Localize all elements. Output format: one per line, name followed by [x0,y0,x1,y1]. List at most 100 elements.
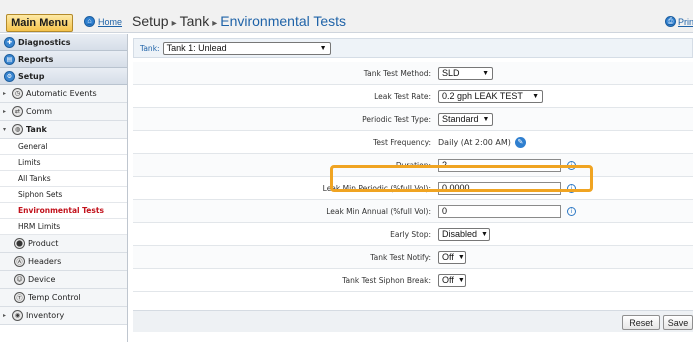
sidebar-item-label: Temp Control [28,293,81,302]
test-frequency-value: Daily (At 2:00 AM) [438,137,511,147]
chevron-down-icon: ▼ [482,69,489,77]
form-row-periodic-test-type: Periodic Test Type: Standard ▼ [133,108,693,131]
automatic-events-icon: ◷ [12,88,23,99]
field-label: Tank Test Notify: [370,252,431,262]
tank-test-method-select[interactable]: SLD ▼ [438,66,493,80]
sidebar-item-label: Headers [28,257,62,266]
temp-control-icon: Ⓣ [14,292,25,303]
field-label: Early Stop: [390,229,431,239]
form-row-leak-min-annual: Leak Min Annual (%full Vol): 0 i [133,200,693,223]
chevron-down-icon: ▼ [482,115,490,123]
save-button[interactable]: Save [663,315,693,330]
expand-arrow-icon: ▸ [3,108,7,115]
expand-arrow-icon: ▸ [3,312,7,319]
duration-input[interactable]: 2 [438,158,561,172]
device-icon: ☺ [14,274,25,285]
print-icon: ⎙ [665,16,676,27]
sidebar-item-headers[interactable]: Ⓐ Headers [0,253,127,271]
field-label: Tank Test Siphon Break: [342,275,431,285]
select-value: 0.2 gph LEAK TEST [442,91,523,101]
tank-test-notify-select[interactable]: Off ▼ [438,250,466,264]
sidebar-item-label: Tank [26,125,47,134]
sidebar: ✚ Diagnostics ▤ Reports ⚙ Setup ▸ ◷ Auto… [0,34,128,342]
chevron-down-icon: ▼ [319,44,327,52]
chevron-down-icon: ▼ [457,253,465,261]
field-label: Leak Min Periodic (%full Vol): [322,183,431,193]
tank-selector-bar: Tank: Tank 1: Unlead ▼ [133,38,693,58]
sidebar-section-setup[interactable]: ⚙ Setup [0,68,127,85]
sidebar-section-diagnostics[interactable]: ✚ Diagnostics [0,34,127,51]
field-label: Tank Test Method: [363,68,431,78]
sidebar-item-label: Inventory [26,311,65,320]
field-label: Duration: [395,160,431,170]
sidebar-subitem-siphon-sets[interactable]: Siphon Sets [0,187,127,203]
home-icon: ⌂ [84,16,95,27]
edit-pencil-icon[interactable]: ✎ [514,136,526,148]
print-label: Prin [678,16,693,27]
reports-icon: ▤ [4,53,15,65]
sidebar-subitem-hrm-limits[interactable]: HRM Limits [0,219,127,235]
form-footer: Reset Save [133,310,693,332]
page-title: Environmental Tests [220,13,347,29]
tank-icon: ◍ [12,124,23,135]
periodic-test-type-select[interactable]: Standard ▼ [438,112,493,126]
breadcrumb: Setup ▸ Tank ▸ Environmental Tests [132,13,346,29]
breadcrumb-separator: ▸ [171,18,177,29]
chevron-down-icon: ▼ [457,276,465,284]
form-row-tank-test-notify: Tank Test Notify: Off ▼ [133,246,693,269]
early-stop-select[interactable]: Disabled ▼ [438,227,490,241]
breadcrumb-tank: Tank [179,13,210,29]
form-row-early-stop: Early Stop: Disabled ▼ [133,223,693,246]
select-value: Standard [442,114,479,124]
sidebar-item-device[interactable]: ☺ Device [0,271,127,289]
top-bar: Main Menu ⌂ Home Setup ▸ Tank ▸ Environmenta… [0,0,693,33]
sidebar-item-comm[interactable]: ▸ ⇄ Comm [0,103,127,121]
tank-select[interactable]: Tank 1: Unlead ▼ [162,41,331,55]
sidebar-item-automatic-events[interactable]: ▸ ◷ Automatic Events [0,85,127,103]
inventory-icon: ◉ [12,310,23,321]
sidebar-item-label: Comm [26,107,53,116]
tank-test-siphon-break-select[interactable]: Off ▼ [438,273,466,287]
form-row-test-frequency: Test Frequency: Daily (At 2:00 AM) ✎ [133,131,693,154]
home-label: Home [98,16,123,27]
info-icon[interactable]: i [567,160,576,170]
form-row-leak-min-periodic: Leak Min Periodic (%full Vol): 0.0000 i [133,177,693,200]
leak-min-periodic-input[interactable]: 0.0000 [438,181,561,195]
sidebar-subitem-all-tanks[interactable]: All Tanks [0,171,127,187]
tank-select-value: Tank 1: Unlead [166,43,227,53]
print-link[interactable]: ⎙ Prin [665,16,693,27]
form-row-leak-test-rate: Leak Test Rate: 0.2 gph LEAK TEST ▼ [133,85,693,108]
home-link[interactable]: ⌂ Home [84,16,122,27]
sidebar-section-label: Setup [18,71,45,81]
main-menu-button[interactable]: Main Menu [6,14,73,32]
sidebar-section-label: Diagnostics [18,37,71,47]
sidebar-subitem-limits[interactable]: Limits [0,155,127,171]
chevron-down-icon: ▼ [532,92,539,100]
form-row-tank-test-siphon-break: Tank Test Siphon Break: Off ▼ [133,269,693,292]
sidebar-item-tank[interactable]: ▾ ◍ Tank [0,121,127,139]
chevron-down-icon: ▼ [481,230,488,238]
sidebar-section-reports[interactable]: ▤ Reports [0,51,127,68]
field-label: Periodic Test Type: [362,114,431,124]
breadcrumb-setup: Setup [132,13,169,29]
leak-test-rate-select[interactable]: 0.2 gph LEAK TEST ▼ [438,89,543,103]
form-row-duration: Duration: 2 i [133,154,693,177]
select-value: Off [442,275,454,285]
main-content: Tank: Tank 1: Unlead ▼ Tank Test Method:… [130,34,693,342]
field-label: Leak Min Annual (%full Vol): [326,206,431,216]
comm-icon: ⇄ [12,106,23,117]
reset-button[interactable]: Reset [622,315,660,330]
info-icon[interactable]: i [567,183,576,193]
environmental-tests-form: Tank Test Method: SLD ▼ Leak Test Rate: … [133,62,693,292]
info-icon[interactable]: i [567,206,576,216]
sidebar-subitem-general[interactable]: General [0,139,127,155]
sidebar-subitem-environmental-tests[interactable]: Environmental Tests [0,203,127,219]
sidebar-item-product[interactable]: ⬤ Product [0,235,127,253]
leak-min-annual-input[interactable]: 0 [438,204,561,218]
form-row-tank-test-method: Tank Test Method: SLD ▼ [133,62,693,85]
select-value: Off [442,252,454,262]
sidebar-item-inventory[interactable]: ▸ ◉ Inventory [0,307,127,325]
headers-icon: Ⓐ [14,256,25,267]
setup-gear-icon: ⚙ [4,70,15,82]
sidebar-item-temp-control[interactable]: Ⓣ Temp Control [0,289,127,307]
